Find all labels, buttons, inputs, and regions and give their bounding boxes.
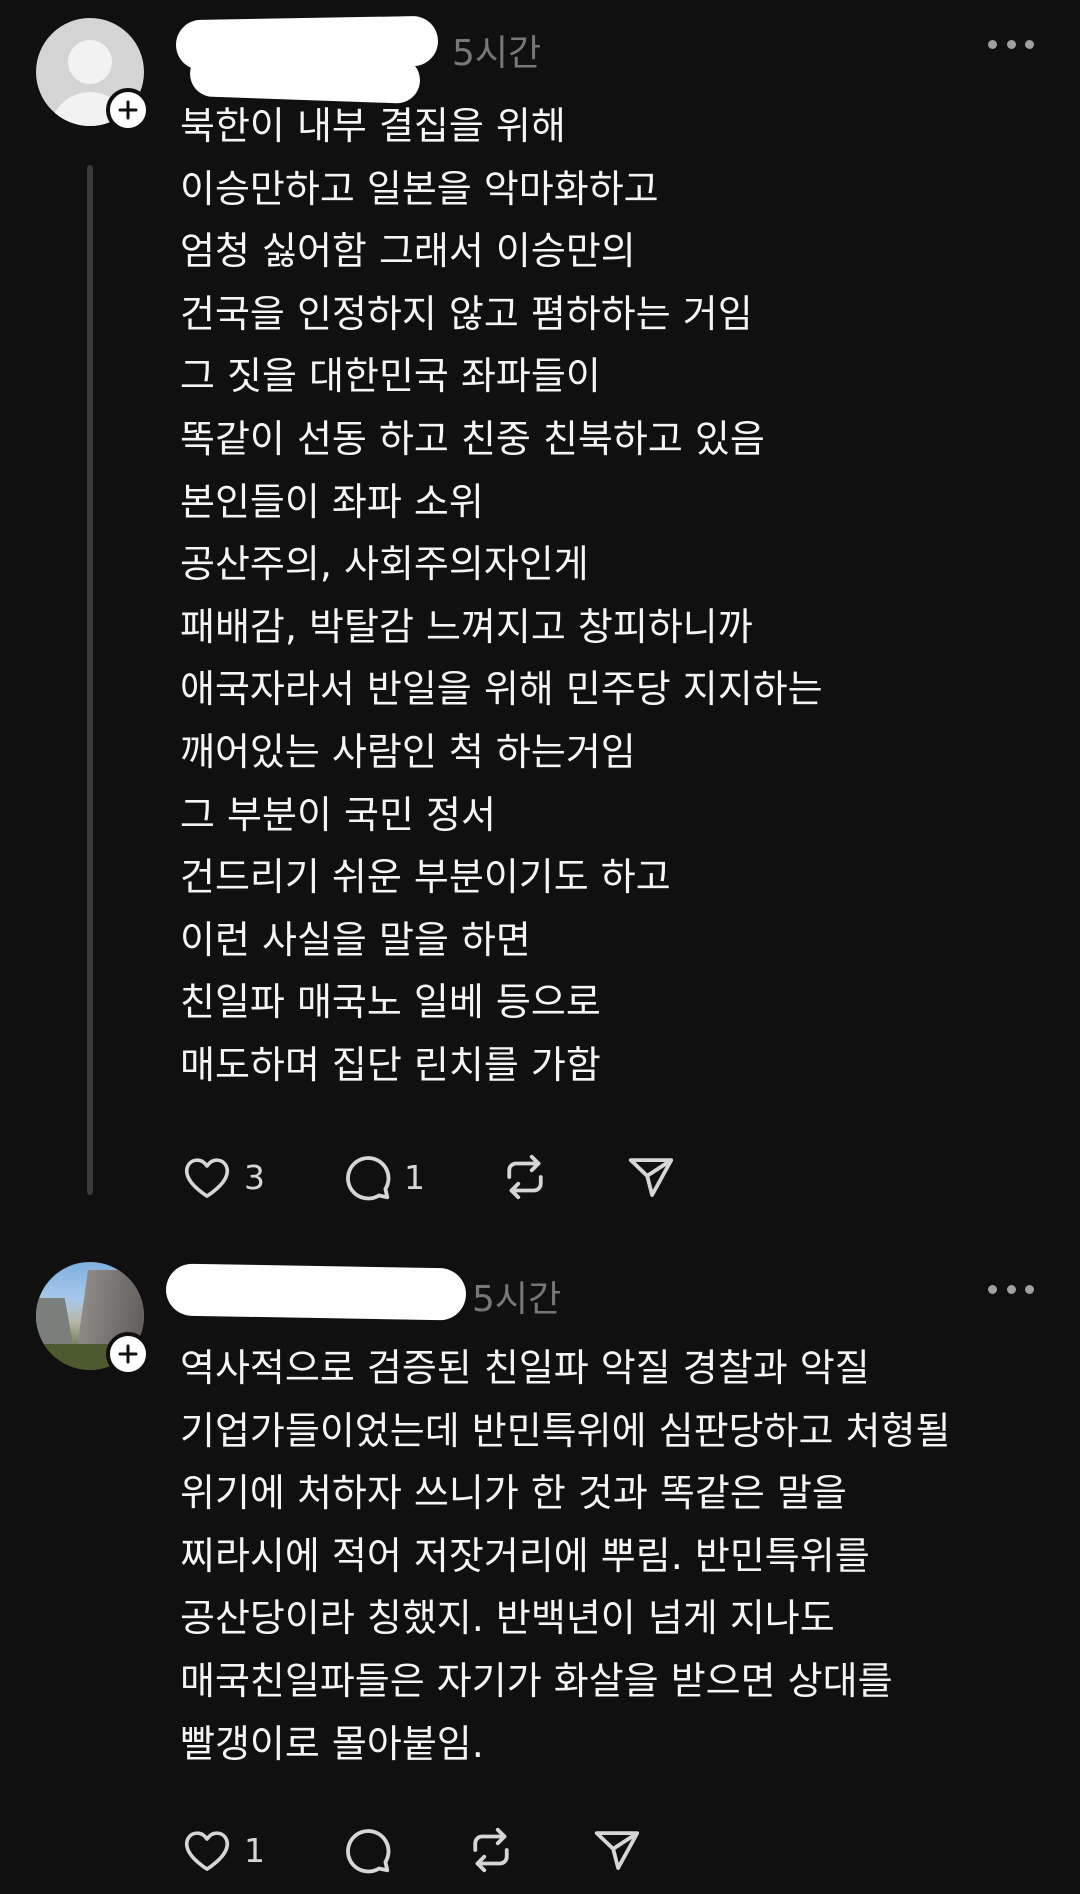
redacted-username[interactable]: [165, 1263, 467, 1321]
more-options-button[interactable]: [988, 38, 1034, 50]
post-body: 역사적으로 검증된 친일파 악질 경찰과 악질 기업가들이었는데 반민특위에 심…: [180, 1337, 1060, 1775]
post-text-line: 공산당이라 칭했지. 반백년이 넘게 지나도: [180, 1596, 835, 1641]
post-body: 북한이 내부 결집을 위해 이승만하고 일본을 악마화하고 엄청 싫어함 그래서…: [180, 95, 1060, 1097]
follow-button[interactable]: [106, 88, 150, 132]
post-text-line: 매도하며 집단 린치를 가함: [180, 1042, 601, 1087]
repost-icon: [507, 1154, 543, 1200]
post-text-line: 북한이 내부 결집을 위해: [180, 104, 566, 148]
heart-icon: [184, 1831, 230, 1871]
post-text-line: 매국친일파들은 자기가 화살을 받으면 상대를: [180, 1658, 893, 1703]
share-button[interactable]: [624, 1147, 678, 1207]
post-text-line: 위기에 처하자 쓰니가 한 것과 똑같은 말을: [180, 1471, 847, 1516]
comment-icon: [346, 1156, 391, 1201]
more-dots-icon: [988, 1284, 997, 1294]
post-text-line: 그 짓을 대한민국 좌파들이: [180, 354, 601, 399]
plus-icon: [118, 1344, 138, 1364]
like-button[interactable]: 1: [180, 1820, 265, 1880]
heart-icon: [184, 1158, 230, 1198]
post-text-line: 이승만하고 일본을 악마화하고: [180, 166, 659, 211]
post-text-line: 패배감, 박탈감 느껴지고 창피하니까: [180, 604, 753, 649]
share-button[interactable]: [590, 1820, 644, 1880]
like-count: 3: [244, 1157, 265, 1197]
plus-icon: [118, 100, 138, 120]
post-text-line: 이런 사실을 말을 하면: [180, 917, 531, 962]
post-text-line: 본인들이 좌파 소위: [180, 479, 484, 524]
thread-line: [87, 165, 93, 1195]
post-time: 5시간: [472, 1279, 562, 1320]
post-actions: 3 1: [180, 1147, 700, 1207]
more-options-button[interactable]: [988, 1283, 1034, 1295]
post-text-line: 똑같이 선동 하고 친중 친북하고 있음: [180, 416, 765, 461]
follow-button[interactable]: [106, 1332, 150, 1376]
reply-button[interactable]: [340, 1820, 394, 1880]
post-text-line: 건국을 인정하지 않고 폄하하는 거임: [180, 291, 753, 336]
post-text-line: 그 부분이 국민 정서: [180, 792, 496, 837]
post-text-line: 깨어있는 사람인 척 하는거임: [180, 729, 636, 774]
default-avatar-head: [68, 40, 112, 84]
like-count: 1: [244, 1830, 265, 1870]
repost-icon: [473, 1827, 509, 1873]
post-text-line: 애국자라서 반일을 위해 민주당 지지하는: [180, 667, 823, 712]
send-icon: [628, 1158, 674, 1197]
post-text-line: 찌라시에 적어 저잣거리에 뿌림. 반민특위를: [180, 1533, 870, 1578]
post-time: 5시간: [452, 33, 542, 74]
post-text-line: 엄청 싫어함 그래서 이승만의: [180, 229, 636, 274]
repost-button[interactable]: [464, 1820, 518, 1880]
send-icon: [594, 1831, 640, 1870]
post-text-line: 기업가들이었는데 반민특위에 심판당하고 처형될: [180, 1408, 951, 1453]
post-actions: 1: [180, 1820, 680, 1880]
post-text-line: 빨갱이로 몰아붙임.: [180, 1721, 484, 1766]
reply-count: 1: [404, 1157, 425, 1197]
post-text-line: 친일파 매국노 일베 등으로: [180, 980, 601, 1025]
reply-button[interactable]: 1: [340, 1147, 425, 1207]
post-text-line: 역사적으로 검증된 친일파 악질 경찰과 악질: [180, 1346, 870, 1390]
post-text-line: 건드리기 쉬운 부분이기도 하고: [180, 855, 671, 900]
repost-button[interactable]: [498, 1147, 552, 1207]
post-text-line: 공산주의, 사회주의자인게: [180, 542, 589, 587]
like-button[interactable]: 3: [180, 1147, 265, 1207]
more-dots-icon: [988, 39, 997, 49]
comment-icon: [346, 1829, 391, 1874]
